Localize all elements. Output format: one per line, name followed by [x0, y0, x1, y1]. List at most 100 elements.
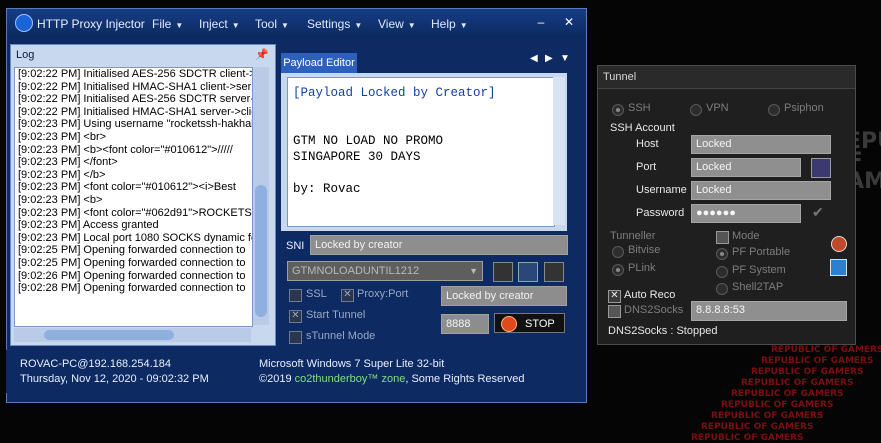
- scroll-thumb[interactable]: [255, 185, 267, 317]
- tab-payload-editor[interactable]: Payload Editor: [281, 53, 357, 73]
- payload-scrollbar[interactable]: [553, 77, 565, 225]
- menu-view[interactable]: View ▼: [378, 17, 416, 31]
- mode-psiphon-radio[interactable]: [768, 104, 780, 116]
- log-panel: Log 📌 [9:02:22 PM] Initialised AES-256 S…: [10, 44, 276, 346]
- password-label: Password: [636, 207, 685, 219]
- log-list[interactable]: [9:02:22 PM] Initialised AES-256 SDCTR c…: [14, 67, 253, 327]
- stop-button[interactable]: STOP: [494, 313, 565, 333]
- dns-status: DNS2Socks : Stopped: [608, 325, 718, 337]
- tab-scroll-left-icon[interactable]: ◀: [530, 53, 538, 64]
- auto-reco-checkbox[interactable]: ✕: [608, 290, 621, 303]
- close-button[interactable]: ✕: [562, 15, 576, 29]
- mode-shell2tap-label: Shell2TAP: [732, 281, 784, 293]
- chevron-down-icon: ▼: [281, 21, 289, 30]
- power-icon[interactable]: [831, 236, 847, 252]
- status-bar: ROVAC-PC@192.168.254.184 Thursday, Nov 1…: [6, 350, 585, 393]
- wallpaper-text: REPUBLIC OF GAMERS: [691, 433, 804, 443]
- pc-info: ROVAC-PC@192.168.254.184: [20, 358, 171, 370]
- ssh-account-label: SSH Account: [610, 122, 675, 134]
- copyright: ©2019 co2thunderboy™ zone, Some Rights R…: [259, 373, 525, 385]
- app-logo-icon: [15, 14, 33, 32]
- ssl-checkbox[interactable]: [289, 289, 302, 302]
- delete-icon[interactable]: [544, 262, 564, 282]
- mode-vpn-label: VPN: [706, 102, 729, 114]
- tunnel-port-input[interactable]: Locked: [691, 158, 801, 177]
- payload-line: by: Rovac: [293, 182, 361, 196]
- server-select[interactable]: GTMNOLOADUNTIL1212 ▼: [287, 261, 483, 281]
- mode-label: Mode: [732, 230, 760, 242]
- host-input[interactable]: Locked: [691, 135, 831, 154]
- chevron-down-icon: ▼: [354, 21, 363, 30]
- menu-tool[interactable]: Tool ▼: [255, 17, 289, 31]
- payload-editor[interactable]: [Payload Locked by Creator] GTM NO LOAD …: [287, 77, 555, 227]
- log-horizontal-scrollbar[interactable]: [14, 328, 251, 342]
- username-input[interactable]: Locked: [691, 181, 831, 200]
- chevron-down-icon: ▼: [459, 21, 468, 30]
- wallpaper-text: REPUBLIC OF GAMERS: [711, 411, 824, 421]
- menu-settings[interactable]: Settings ▼: [307, 17, 362, 31]
- mode-ssh-radio[interactable]: [612, 104, 624, 116]
- stunnel-mode-checkbox[interactable]: [289, 331, 302, 344]
- payload-line: [Payload Locked by Creator]: [293, 86, 496, 100]
- mode-vpn-radio[interactable]: [690, 104, 702, 116]
- log-line: [9:02:25 PM] Opening forwarded connectio…: [18, 244, 246, 257]
- tab-scroll-right-icon[interactable]: ▶: [545, 53, 553, 64]
- chevron-down-icon: ▼: [469, 266, 478, 276]
- save-icon[interactable]: [518, 262, 538, 282]
- log-line: [9:02:22 PM] Initialised HMAC-SHA1 clien…: [18, 80, 252, 93]
- tunnel-window: Tunnel SSH VPN Psiphon SSH Account Host …: [597, 65, 856, 345]
- log-line: [9:02:25 PM] Opening forwarded connectio…: [18, 256, 246, 269]
- chevron-down-icon: ▼: [407, 21, 416, 30]
- wallpaper-text: REPUBLIC OF GAMERS: [731, 389, 844, 399]
- menu-inject[interactable]: Inject ▼: [199, 17, 240, 31]
- wallpaper-text: REPUBLIC OF GAMERS: [741, 378, 854, 388]
- sni-label: SNI: [286, 240, 305, 252]
- chevron-down-icon: ▼: [231, 21, 240, 30]
- checkmark-icon[interactable]: ✔: [812, 204, 824, 221]
- dns-input[interactable]: 8.8.8.8:53: [691, 301, 847, 321]
- import-icon[interactable]: [493, 262, 513, 282]
- scroll-thumb[interactable]: [44, 330, 174, 340]
- proxy-input[interactable]: Locked by creator: [441, 286, 567, 306]
- log-line: [9:02:23 PM] <font color="#062d91">ROCKE…: [18, 206, 252, 219]
- wallpaper-text: REPUBLIC OF GAMERS: [751, 367, 864, 377]
- log-title: Log: [16, 49, 35, 61]
- mode-shell2tap-radio[interactable]: [716, 283, 728, 295]
- menu-help[interactable]: Help ▼: [431, 17, 468, 31]
- log-line: [9:02:26 PM] Opening forwarded connectio…: [18, 269, 246, 282]
- refresh-icon[interactable]: [830, 259, 847, 276]
- wallpaper-text: REPUBLIC OF GAMERS: [701, 422, 814, 432]
- dns2socks-checkbox[interactable]: [608, 305, 621, 318]
- datetime: Thursday, Nov 12, 2020 - 09:02:32 PM: [20, 373, 209, 385]
- wallpaper-text: REPUBLIC OF GAMERS: [761, 356, 874, 366]
- mode-checkbox[interactable]: [716, 231, 729, 244]
- mode-pf-portable-radio[interactable]: [716, 248, 728, 260]
- tunneller-bitvise-label: Bitvise: [628, 244, 661, 256]
- pin-icon[interactable]: 📌: [255, 45, 269, 65]
- log-line: [9:02:23 PM] <br>: [18, 130, 107, 143]
- tunneller-plink-radio[interactable]: [612, 264, 624, 276]
- sni-input[interactable]: Locked by creator: [310, 235, 568, 255]
- wallpaper-text: REPUBLIC OF GAMERS: [721, 400, 834, 410]
- server-list-icon[interactable]: [811, 158, 831, 178]
- window-title: HTTP Proxy Injector: [37, 17, 145, 31]
- dns2socks-label: DNS2Socks: [624, 304, 684, 316]
- menu-file[interactable]: File ▼: [152, 17, 183, 31]
- log-vertical-scrollbar[interactable]: [253, 67, 269, 325]
- payload-line: GTM NO LOAD NO PROMO: [293, 134, 444, 148]
- password-input[interactable]: ●●●●●●: [691, 204, 801, 223]
- log-line: [9:02:22 PM] Initialised AES-256 SDCTR c…: [18, 68, 253, 80]
- proxy-port-checkbox[interactable]: ✕: [341, 289, 354, 302]
- title-bar[interactable]: HTTP Proxy Injector File ▼ Inject ▼ Tool ▼ …: [7, 9, 586, 37]
- mode-pf-system-radio[interactable]: [716, 266, 728, 278]
- log-line: [9:02:22 PM] Initialised HMAC-SHA1 serve…: [18, 105, 253, 118]
- tunneller-bitvise-radio[interactable]: [612, 246, 624, 258]
- port-input[interactable]: 8888: [441, 314, 489, 334]
- tab-list-icon[interactable]: ▼: [560, 53, 570, 64]
- minimize-button[interactable]: –: [534, 15, 548, 29]
- log-line: [9:02:23 PM] <b>: [18, 193, 103, 206]
- log-line: [9:02:23 PM] </font>: [18, 156, 118, 169]
- brand-link[interactable]: co2thunderboy™ zone: [295, 373, 406, 385]
- start-tunnel-checkbox[interactable]: ✕: [289, 310, 302, 323]
- tunneller-plink-label: PLink: [628, 262, 656, 274]
